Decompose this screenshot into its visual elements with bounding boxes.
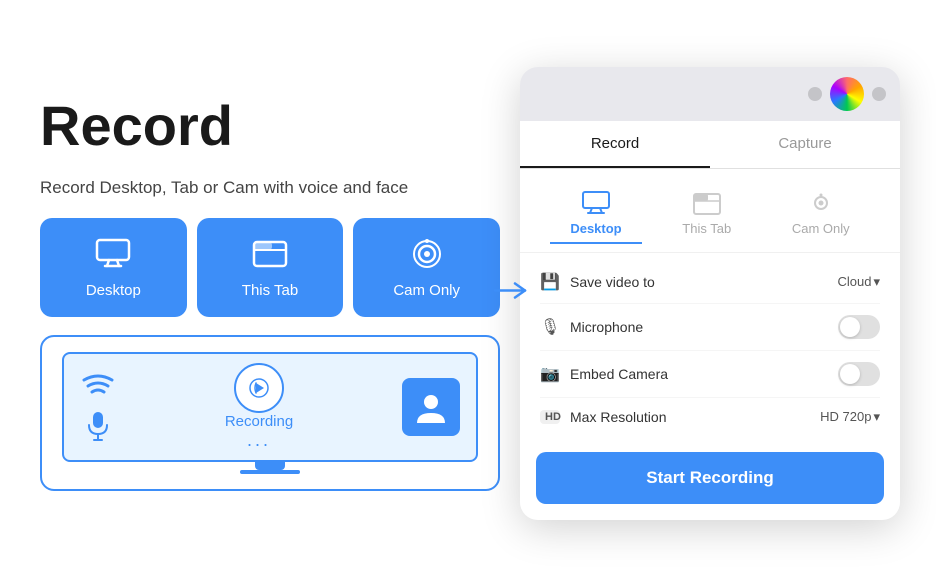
- mode-desktop-label: Desktop: [570, 221, 621, 236]
- save-dropdown-arrow: ▾: [873, 274, 880, 290]
- setting-save-right: Cloud ▾: [838, 274, 881, 290]
- popup-panel: Record Capture Desktop: [520, 67, 900, 520]
- setting-microphone: 🎙 Microphone: [540, 304, 880, 351]
- panel-dot-2: [872, 87, 886, 101]
- resolution-dropdown-arrow: ▾: [873, 409, 880, 425]
- person-icon: [413, 389, 449, 425]
- preview-box: Recording ...: [40, 335, 500, 491]
- camera-icon: 📷: [540, 364, 560, 384]
- page-wrapper: Record Record Desktop, Tab or Cam with v…: [40, 30, 896, 556]
- start-recording-button[interactable]: Start Recording: [536, 452, 884, 504]
- hd-icon: HD: [540, 410, 560, 424]
- page-title: Record: [40, 95, 500, 157]
- settings-list: 💾 Save video to Cloud ▾: [520, 253, 900, 444]
- panel-dot-1: [808, 87, 822, 101]
- tab-bar: Record Capture: [520, 121, 900, 169]
- mode-desktop[interactable]: Desktop: [550, 185, 641, 244]
- setting-save-left: 💾 Save video to: [540, 272, 655, 292]
- mic-preview-icon: [87, 412, 109, 442]
- tab-capture[interactable]: Capture: [710, 121, 900, 168]
- face-avatar: [402, 378, 460, 436]
- resolution-value: HD 720p: [820, 409, 871, 424]
- save-icon: 💾: [540, 272, 560, 292]
- mode-desktop-icon: [582, 191, 610, 215]
- preview-left: [80, 372, 116, 442]
- mode-cam-only-label: Cam Only: [792, 221, 850, 236]
- embed-camera-toggle[interactable]: [838, 362, 880, 386]
- max-resolution-label: Max Resolution: [570, 409, 667, 425]
- option-buttons: Desktop This Tab Cam Only: [40, 218, 500, 317]
- setting-cam-right: [838, 362, 880, 386]
- setting-cam-left: 📷 Embed Camera: [540, 364, 668, 384]
- cam-only-label: Cam Only: [393, 282, 460, 299]
- subtitle: Record Desktop, Tab or Cam with voice an…: [40, 175, 500, 201]
- desktop-icon: [95, 236, 131, 272]
- this-tab-option-button[interactable]: This Tab: [197, 218, 344, 317]
- mic-icon: 🎙: [540, 317, 560, 337]
- play-arrow-icon: [249, 378, 269, 398]
- mode-this-tab[interactable]: This Tab: [662, 185, 751, 244]
- setting-res-left: HD Max Resolution: [540, 409, 667, 425]
- wifi-icon: [80, 372, 116, 404]
- monitor-stand: [255, 462, 285, 470]
- recording-label: Recording: [225, 413, 293, 430]
- mode-selector: Desktop This Tab: [520, 169, 900, 253]
- tab-icon: [252, 236, 288, 272]
- setting-res-right: HD 720p ▾: [820, 409, 880, 425]
- setting-max-resolution: HD Max Resolution HD 720p ▾: [540, 398, 880, 436]
- recording-dots: ...: [247, 430, 271, 451]
- mode-cam-only[interactable]: Cam Only: [772, 185, 870, 244]
- panel-header-bar: [520, 67, 900, 121]
- recording-indicator: Recording ...: [225, 363, 293, 451]
- preview-monitor: Recording ...: [62, 352, 478, 462]
- setting-mic-right: [838, 315, 880, 339]
- microphone-label: Microphone: [570, 319, 643, 335]
- desktop-option-button[interactable]: Desktop: [40, 218, 187, 317]
- recording-circle: [234, 363, 284, 413]
- tab-record[interactable]: Record: [520, 121, 710, 168]
- save-video-value: Cloud: [838, 274, 872, 289]
- arrow-connector: [490, 276, 530, 311]
- right-section: Record Capture Desktop: [520, 67, 900, 520]
- mode-cam-icon: [807, 191, 835, 215]
- cam-only-option-button[interactable]: Cam Only: [353, 218, 500, 317]
- cam-icon: [409, 236, 445, 272]
- save-video-dropdown[interactable]: Cloud ▾: [838, 274, 881, 290]
- desktop-label: Desktop: [86, 282, 141, 299]
- this-tab-label: This Tab: [242, 282, 298, 299]
- resolution-dropdown[interactable]: HD 720p ▾: [820, 409, 880, 425]
- setting-save-video: 💾 Save video to Cloud ▾: [540, 261, 880, 304]
- left-section: Record Record Desktop, Tab or Cam with v…: [40, 95, 500, 491]
- embed-camera-label: Embed Camera: [570, 366, 668, 382]
- panel-content: Record Capture Desktop: [520, 121, 900, 520]
- microphone-toggle[interactable]: [838, 315, 880, 339]
- save-video-label: Save video to: [570, 274, 655, 290]
- mode-this-tab-label: This Tab: [682, 221, 731, 236]
- monitor-base: [240, 470, 300, 474]
- setting-embed-camera: 📷 Embed Camera: [540, 351, 880, 398]
- panel-app-icon: [830, 77, 864, 111]
- mode-tab-icon: [693, 191, 721, 215]
- setting-mic-left: 🎙 Microphone: [540, 317, 643, 337]
